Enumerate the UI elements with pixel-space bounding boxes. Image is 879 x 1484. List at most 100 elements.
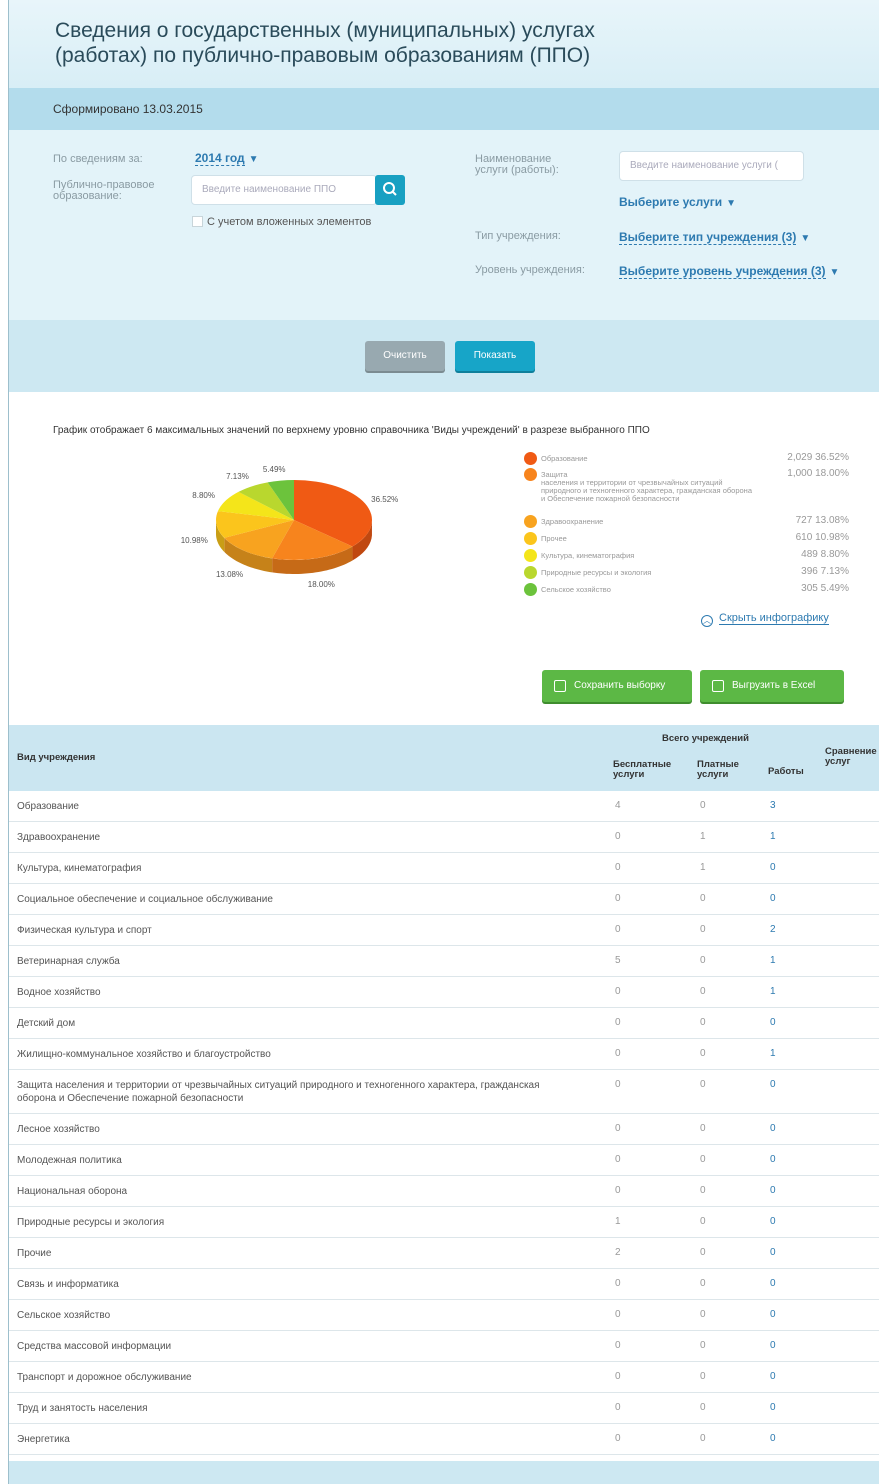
works-count-cell[interactable]: 0 (770, 1278, 776, 1289)
legend-swatch (524, 549, 537, 562)
table-row[interactable]: Социальное обеспечение и социальное обсл… (9, 884, 879, 915)
save-selection-label: Сохранить выборку (574, 680, 666, 691)
table-row[interactable]: Прочие 2 0 0 (9, 1238, 879, 1269)
table-row[interactable]: Культура, кинематография 0 1 0 (9, 853, 879, 884)
institution-type-cell: Транспорт и дорожное обслуживание (17, 1372, 192, 1383)
works-count-cell[interactable]: 0 (770, 1402, 776, 1413)
free-count-cell: 0 (615, 1309, 621, 1320)
institution-type-dropdown[interactable]: Выберите тип учреждения (3) ▼ (619, 230, 810, 245)
table-row[interactable]: Национальная оборона 0 0 0 (9, 1176, 879, 1207)
page-header: Сведения о государственных (муниципальны… (9, 0, 879, 88)
table-row[interactable]: Лесное хозяйство 0 0 0 (9, 1114, 879, 1145)
institution-type-cell: Связь и информатика (17, 1279, 119, 1290)
works-count-cell[interactable]: 0 (770, 1247, 776, 1258)
works-count-cell[interactable]: 0 (770, 1340, 776, 1351)
institution-type-cell: Здравоохранение (17, 832, 101, 843)
paid-count-cell: 1 (700, 862, 706, 873)
legend-label: Защита населения и территории от чрезвыча… (541, 471, 752, 503)
table-row[interactable]: Защита населения и территории от чрезвыч… (9, 1070, 879, 1114)
works-count-cell[interactable]: 0 (770, 1309, 776, 1320)
ppo-search-button[interactable] (375, 175, 405, 205)
paid-count-cell: 0 (700, 1017, 706, 1028)
legend-label: Сельское хозяйство (541, 585, 611, 594)
table-row[interactable]: Труд и занятость населения 0 0 0 (9, 1393, 879, 1424)
works-count-cell[interactable]: 1 (770, 831, 776, 842)
table-row[interactable]: Энергетика 0 0 0 (9, 1424, 879, 1455)
table-row[interactable]: Ветеринарная служба 5 0 1 (9, 946, 879, 977)
table-row[interactable]: Жилищно-коммунальное хозяйство и благоус… (9, 1039, 879, 1070)
table-row[interactable]: Образование 4 0 3 (9, 791, 879, 822)
institution-type-cell: Жилищно-коммунальное хозяйство и благоус… (17, 1049, 271, 1060)
works-count-cell[interactable]: 1 (770, 986, 776, 997)
search-icon (383, 182, 397, 196)
paid-count-cell: 0 (700, 1402, 706, 1413)
nested-elements-label: С учетом вложенных элементов (207, 216, 372, 228)
table-row[interactable]: Природные ресурсы и экология 1 0 0 (9, 1207, 879, 1238)
clear-button[interactable]: Очистить (365, 341, 445, 371)
legend-value: 396 7.13% (801, 566, 849, 577)
table-row[interactable]: Здравоохранение 0 1 1 (9, 822, 879, 853)
institution-type-cell: Физическая культура и спорт (17, 925, 152, 936)
table-row[interactable]: Детский дом 0 0 0 (9, 1008, 879, 1039)
institution-type-cell: Культура, кинематография (17, 863, 142, 874)
institution-type-cell: Детский дом (17, 1018, 76, 1029)
col-paid-services: Платные услуги (697, 759, 739, 780)
institution-type-cell: Национальная оборона (17, 1186, 128, 1197)
choose-services-dropdown[interactable]: Выберите услуги ▼ (619, 195, 736, 209)
service-search-input[interactable]: Введите наименование услуги ( (619, 151, 804, 181)
works-count-cell[interactable]: 0 (770, 893, 776, 904)
chevron-down-icon: ▼ (726, 198, 737, 209)
paid-count-cell: 0 (700, 1247, 706, 1258)
institution-type-cell: Сельское хозяйство (17, 1310, 111, 1321)
works-count-cell[interactable]: 0 (770, 1017, 776, 1028)
free-count-cell: 0 (615, 1402, 621, 1413)
works-count-cell[interactable]: 0 (770, 862, 776, 873)
institution-type-value: Выберите тип учреждения (3) (619, 230, 797, 245)
hide-infographic-link[interactable]: ︿ Скрыть инфографику (701, 612, 829, 627)
works-count-cell[interactable]: 0 (770, 1371, 776, 1382)
export-excel-button[interactable]: Выгрузить в Excel (700, 670, 844, 702)
ppo-search-input[interactable]: Введите наименование ППО (191, 175, 377, 205)
table-row[interactable]: Молодежная политика 0 0 0 (9, 1145, 879, 1176)
works-count-cell[interactable]: 0 (770, 1154, 776, 1165)
legend-swatch (524, 583, 537, 596)
page-title-line-2: (работах) по публично-правовым образован… (55, 44, 591, 67)
works-count-cell[interactable]: 2 (770, 924, 776, 935)
save-selection-button[interactable]: Сохранить выборку (542, 670, 692, 702)
ppo-label: Публично-правовое образование: (53, 179, 155, 202)
free-count-cell: 2 (615, 1247, 621, 1258)
legend-value: 727 13.08% (795, 515, 849, 526)
institution-level-dropdown[interactable]: Выберите уровень учреждения (3) ▼ (619, 264, 840, 279)
legend-swatch (524, 515, 537, 528)
works-count-cell[interactable]: 0 (770, 1123, 776, 1134)
table-row[interactable]: Водное хозяйство 0 0 1 (9, 977, 879, 1008)
works-count-cell[interactable]: 3 (770, 800, 776, 811)
institution-type-cell: Энергетика (17, 1434, 70, 1445)
free-count-cell: 5 (615, 955, 621, 966)
institution-type-cell: Природные ресурсы и экология (17, 1217, 165, 1228)
institution-type-cell: Средства массовой информации (17, 1341, 172, 1352)
export-excel-label: Выгрузить в Excel (732, 680, 816, 691)
legend-label: Природные ресурсы и экология (541, 568, 652, 577)
service-name-label: Наименование услуги (работы): (475, 153, 559, 176)
chevron-down-icon: ▼ (829, 267, 840, 278)
table-row[interactable]: Средства массовой информации 0 0 0 (9, 1331, 879, 1362)
works-count-cell[interactable]: 0 (770, 1079, 776, 1090)
table-row[interactable]: Физическая культура и спорт 0 0 2 (9, 915, 879, 946)
works-count-cell[interactable]: 0 (770, 1185, 776, 1196)
works-count-cell[interactable]: 1 (770, 955, 776, 966)
period-dropdown[interactable]: 2014 год ▼ (195, 151, 259, 166)
works-count-cell[interactable]: 0 (770, 1433, 776, 1444)
paid-count-cell: 0 (700, 1433, 706, 1444)
table-row[interactable]: Сельское хозяйство 0 0 0 (9, 1300, 879, 1331)
free-count-cell: 0 (615, 1079, 621, 1090)
works-count-cell[interactable]: 0 (770, 1216, 776, 1227)
show-button[interactable]: Показать (455, 341, 535, 371)
table-row[interactable]: Транспорт и дорожное обслуживание 0 0 0 (9, 1362, 879, 1393)
legend-swatch (524, 468, 537, 481)
paid-count-cell: 0 (700, 924, 706, 935)
works-count-cell[interactable]: 1 (770, 1048, 776, 1059)
period-label: По сведениям за: (53, 153, 143, 165)
table-row[interactable]: Связь и информатика 0 0 0 (9, 1269, 879, 1300)
nested-elements-checkbox[interactable] (192, 216, 203, 227)
